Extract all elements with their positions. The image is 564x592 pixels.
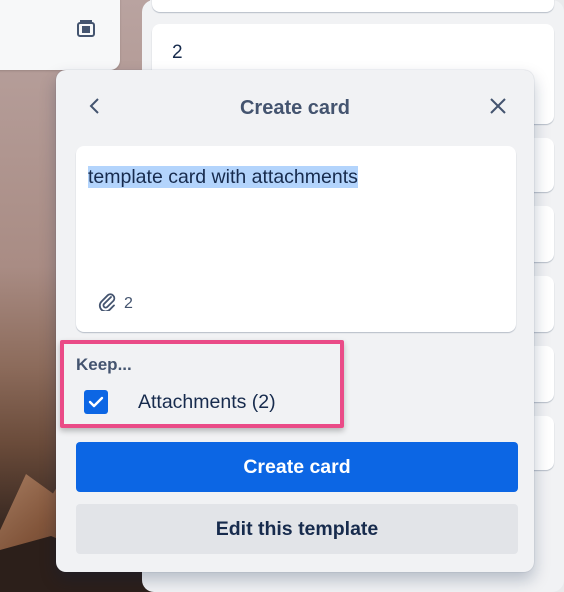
keep-heading: Keep...	[76, 355, 132, 374]
popover-header: Create card	[56, 70, 534, 150]
popover-title: Create card	[239, 97, 351, 119]
attachments-label: Attachments (2)	[138, 390, 276, 413]
attachment-badge: 2	[98, 291, 133, 316]
keep-attachments-option[interactable]: Attachments (2)	[84, 390, 276, 414]
background-card[interactable]	[0, 0, 120, 70]
card-number: 2	[172, 42, 183, 63]
edit-template-button[interactable]: Edit this template	[76, 504, 518, 554]
checkmark-icon	[88, 396, 104, 408]
keep-highlight	[60, 340, 344, 428]
card-preview: template card with attachments 2	[76, 146, 516, 332]
card-template-icon	[76, 20, 96, 38]
create-card-button[interactable]: Create card	[76, 442, 518, 492]
list-card[interactable]	[152, 0, 554, 12]
attachments-checkbox[interactable]	[84, 390, 108, 414]
close-button[interactable]	[482, 92, 514, 124]
close-icon	[489, 97, 507, 120]
create-card-popover: Create card template card with attachmen…	[56, 70, 534, 572]
card-title-text: template card with attachments	[88, 166, 358, 188]
attachment-count: 2	[124, 294, 133, 312]
paperclip-icon	[98, 291, 116, 316]
card-title-input[interactable]: template card with attachments	[88, 164, 498, 190]
